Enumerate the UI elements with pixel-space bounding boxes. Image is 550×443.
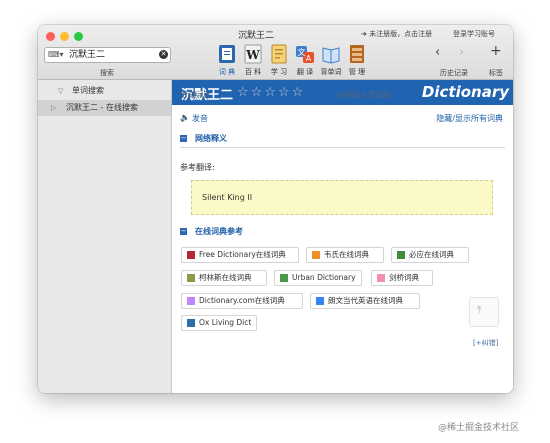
disclosure-triangle-icon[interactable]: ▷ [51, 100, 56, 116]
reference-label: 参考翻译: [180, 163, 215, 172]
dict-color-swatch [187, 274, 195, 282]
dict-name: 朗文当代英语在线词典 [328, 296, 403, 305]
dictionary-icon [218, 44, 236, 64]
forward-button[interactable]: › [459, 45, 464, 60]
speaker-icon[interactable]: 🔈 [180, 113, 190, 122]
dict-name: 必应在线词典 [409, 250, 454, 259]
online-dict-link[interactable]: Urban Dictionary [274, 270, 362, 286]
toolbar-dictionary-button[interactable]: 词 典 [214, 44, 240, 78]
notebook-icon [270, 44, 288, 64]
dictionary-brand: Dictionary [421, 83, 509, 101]
watermark: @稀土掘金技术社区 [438, 423, 520, 433]
toolbar-wiki-button[interactable]: W 百 科 [240, 44, 266, 78]
disclosure-triangle-icon[interactable]: ▽ [58, 83, 63, 99]
online-dictionary-section-header[interactable]: − 在线词典参考 [180, 225, 505, 239]
back-to-top-button[interactable]: ⤒ [469, 297, 499, 327]
pronounce-link[interactable]: 发音 [192, 113, 208, 124]
dict-color-swatch [377, 274, 385, 282]
dict-color-swatch [312, 251, 320, 259]
translation-box: Silent King II [191, 180, 493, 215]
online-dict-link[interactable]: Ox Living Dict [181, 315, 257, 331]
close-window-button[interactable] [46, 32, 55, 41]
sidebar-item-online-search[interactable]: ▷ 沉默王二 - 在线搜索 [38, 100, 171, 116]
collapse-icon[interactable]: − [180, 135, 187, 142]
search-caption: 搜索 [100, 69, 114, 77]
back-to-top-icon: ⤒ [477, 305, 482, 316]
toggle-all-dictionaries-link[interactable]: 隐藏/显示所有词典 [436, 113, 503, 124]
online-dict-link[interactable]: Dictionary.com在线词典 [181, 293, 303, 309]
section-title: 网络释义 [195, 134, 227, 143]
online-dict-link[interactable]: 朗文当代英语在线词典 [310, 293, 420, 309]
toolbar-study-button[interactable]: 学 习 [266, 44, 292, 78]
rating-label: 生词标记: [180, 91, 211, 99]
keyboard-icon[interactable]: ⌨▾ [48, 50, 64, 59]
dict-color-swatch [316, 297, 324, 305]
dict-name: Urban Dictionary [292, 273, 356, 282]
toolbar-label: 背单词 [320, 68, 342, 76]
manage-icon [348, 44, 366, 64]
app-window: 沉默王二 ➜ 未注册版，点击注册 登录学习账号 ⌨▾ 沉默王二 ✕ 搜索 词 典 [38, 25, 513, 393]
rating-stars[interactable]: ☆☆☆☆☆ [237, 85, 305, 100]
online-dict-link[interactable]: 韦氏在线词典 [306, 247, 384, 263]
sidebar-item-label: 沉默王二 - 在线搜索 [66, 103, 138, 112]
dict-name: 剑桥词典 [389, 273, 419, 282]
online-dict-link[interactable]: 柯林斯在线词典 [181, 270, 267, 286]
online-dict-link[interactable]: 剑桥词典 [371, 270, 433, 286]
toolbar-label: 管 理 [348, 68, 366, 76]
translate-icon: 文 A [296, 44, 314, 64]
toolbar-label: 学 习 [270, 68, 288, 76]
dict-color-swatch [187, 319, 195, 327]
toolbar-manage-button[interactable]: 管 理 [344, 44, 370, 78]
dict-name: Dictionary.com在线词典 [199, 296, 285, 305]
svg-text:W: W [245, 48, 260, 62]
login-link[interactable]: 登录学习账号 [453, 29, 495, 39]
web-definition-section-header[interactable]: − 网络释义 [180, 132, 505, 148]
toolbar-translate-button[interactable]: 文 A 翻 译 [292, 44, 318, 78]
window-title: 沉默王二 [238, 31, 275, 41]
toolbar-label: 词 典 [218, 68, 236, 76]
book-icon [322, 44, 340, 64]
history-label: 历史记录 [440, 69, 468, 77]
wiki-icon: W [244, 44, 262, 64]
dictionary-content: 沉默王二 Dictionary 生词标记: ☆☆☆☆☆ (点击加入生词本) 🔈 … [172, 80, 513, 393]
add-tag-button[interactable]: + [490, 43, 502, 59]
dict-name: Free Dictionary在线词典 [199, 250, 286, 259]
dict-name: 韦氏在线词典 [324, 250, 369, 259]
minimize-window-button[interactable] [60, 32, 69, 41]
rating-hint: (点击加入生词本) [337, 91, 392, 99]
search-input-value: 沉默王二 [69, 50, 106, 60]
section-title: 在线词典参考 [195, 227, 243, 236]
online-dict-link[interactable]: 必应在线词典 [391, 247, 469, 263]
dict-name: Ox Living Dict [199, 318, 252, 327]
dict-color-swatch [187, 297, 195, 305]
sidebar-item-label: 单词搜索 [72, 86, 104, 95]
zoom-window-button[interactable] [74, 32, 83, 41]
clear-search-icon[interactable]: ✕ [159, 50, 168, 59]
toolbar-label: 翻 译 [296, 68, 314, 76]
svg-text:文: 文 [298, 47, 306, 57]
sidebar-item-word-search[interactable]: ▽ 单词搜索 [38, 83, 171, 99]
dict-color-swatch [187, 251, 195, 259]
collapse-icon[interactable]: − [180, 228, 187, 235]
search-input[interactable]: ⌨▾ 沉默王二 ✕ [44, 47, 171, 63]
dict-name: 柯林斯在线词典 [199, 273, 252, 282]
translation-text: Silent King II [202, 193, 253, 202]
toolbar: 沉默王二 ➜ 未注册版，点击注册 登录学习账号 ⌨▾ 沉默王二 ✕ 搜索 词 典 [38, 25, 513, 80]
correction-link[interactable]: [+纠错] [473, 338, 498, 348]
toolbar-label: 百 科 [244, 68, 262, 76]
dict-color-swatch [397, 251, 405, 259]
dict-color-swatch [280, 274, 288, 282]
svg-text:A: A [306, 54, 312, 63]
register-link[interactable]: ➜ 未注册版，点击注册 [361, 29, 432, 39]
tags-label: 标签 [489, 69, 503, 77]
sidebar: ▽ 单词搜索 ▷ 沉默王二 - 在线搜索 [38, 80, 172, 393]
back-button[interactable]: ‹ [435, 45, 440, 60]
toolbar-vocab-button[interactable]: 背单词 [318, 44, 344, 78]
online-dict-link[interactable]: Free Dictionary在线词典 [181, 247, 299, 263]
section-divider [180, 147, 505, 148]
